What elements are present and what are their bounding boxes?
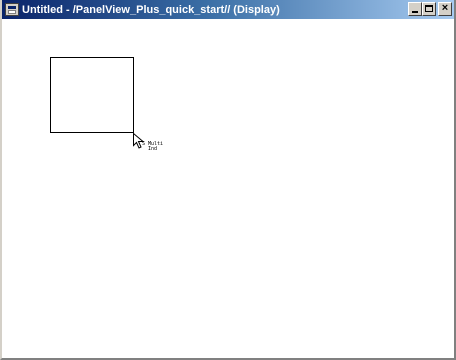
cursor-tooltip-line2: Ind <box>148 146 158 152</box>
cursor-tool-indicator: S Multi Ind <box>142 142 163 152</box>
rectangle-object[interactable] <box>50 57 134 133</box>
close-button[interactable]: × <box>438 2 452 16</box>
title-bar[interactable]: Untitled - /PanelView_Plus_quick_start//… <box>2 0 454 19</box>
display-window-icon[interactable] <box>5 3 19 16</box>
window-controls: × <box>408 2 452 16</box>
minimize-icon <box>412 11 418 13</box>
display-canvas[interactable]: S Multi Ind <box>2 19 454 358</box>
close-icon: × <box>441 2 449 14</box>
window-title: Untitled - /PanelView_Plus_quick_start//… <box>22 3 280 16</box>
maximize-icon <box>425 5 433 12</box>
maximize-button[interactable] <box>422 2 436 16</box>
minimize-button[interactable] <box>408 2 422 16</box>
display-window: Untitled - /PanelView_Plus_quick_start//… <box>0 0 456 360</box>
